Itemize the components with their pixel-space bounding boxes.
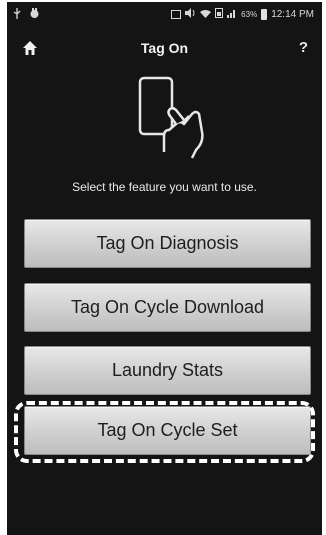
help-button[interactable]: ? (299, 39, 308, 56)
phone-screen: 63% 12:14 PM Tag On ? Select the feature… (7, 2, 322, 535)
phone-tap-icon (134, 74, 210, 165)
battery-icon (261, 9, 268, 20)
laundry-stats-button[interactable]: Laundry Stats (24, 346, 311, 395)
usb-icon (13, 8, 21, 22)
status-bar: 63% 12:14 PM (7, 2, 322, 29)
title-bar: Tag On ? (7, 36, 322, 62)
page-title: Tag On (140, 40, 189, 56)
sim-icon (215, 8, 224, 21)
clock: 12:14 PM (271, 9, 314, 20)
tag-on-cycle-download-button[interactable]: Tag On Cycle Download (24, 283, 311, 332)
tag-on-diagnosis-button[interactable]: Tag On Diagnosis (24, 219, 311, 268)
instruction-text: Select the feature you want to use. (72, 180, 257, 194)
battery-percent: 63% (241, 10, 258, 19)
volume-icon (185, 8, 196, 21)
signal-icon (227, 8, 237, 21)
notification-icon (29, 8, 40, 22)
cast-icon (171, 10, 182, 19)
wifi-icon (200, 9, 212, 21)
highlight-frame (14, 401, 315, 463)
